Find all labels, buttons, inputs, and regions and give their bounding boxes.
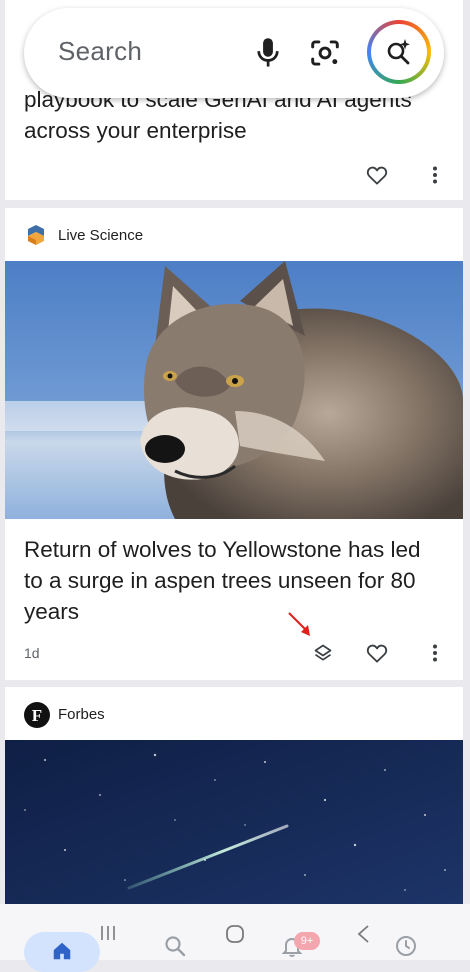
lens-search-button[interactable] (309, 38, 341, 68)
card-title[interactable]: Return of wolves to Yellowstone has led … (24, 534, 444, 627)
layers-icon (314, 644, 332, 661)
search-bar[interactable]: Search (24, 8, 444, 98)
article-image[interactable] (5, 740, 463, 907)
search-input[interactable]: Search (58, 36, 142, 67)
svg-text:F: F (32, 706, 42, 725)
recent-apps-button[interactable] (99, 924, 117, 942)
sparkle-search-icon (387, 39, 410, 65)
search-icon (165, 936, 186, 957)
collections-icon (396, 936, 416, 956)
home-system-button[interactable] (225, 924, 245, 944)
annotation-arrow (288, 612, 310, 636)
like-button[interactable] (362, 638, 392, 668)
home-icon (53, 942, 71, 960)
source-row[interactable]: Live Science (24, 222, 143, 248)
article-age: 1d (24, 645, 40, 661)
camera-lens-icon (311, 40, 339, 66)
related-stories-button[interactable] (308, 638, 338, 668)
live-science-logo (24, 223, 48, 247)
more-options-button[interactable] (420, 638, 450, 668)
source-row[interactable]: F Forbes (24, 701, 105, 728)
more-vert-icon (433, 644, 437, 662)
notification-badge: 9+ (294, 932, 320, 950)
heart-icon (366, 644, 388, 663)
like-button[interactable] (362, 160, 392, 190)
voice-search-button[interactable] (253, 37, 283, 69)
more-options-button[interactable] (420, 160, 450, 190)
ai-mode-button[interactable] (367, 20, 431, 84)
forbes-logo: F (24, 702, 50, 728)
back-system-button[interactable] (355, 924, 371, 944)
source-name: Live Science (58, 226, 144, 244)
source-name: Forbes (58, 705, 105, 723)
more-vert-icon (433, 166, 437, 184)
article-image[interactable] (5, 261, 463, 519)
heart-icon (366, 166, 388, 185)
news-card[interactable]: F Forbes (5, 687, 463, 907)
news-card[interactable]: Live Science Return of wolves to Yellows… (5, 208, 463, 680)
microphone-icon (257, 38, 279, 67)
nav-home-button[interactable] (24, 932, 100, 972)
